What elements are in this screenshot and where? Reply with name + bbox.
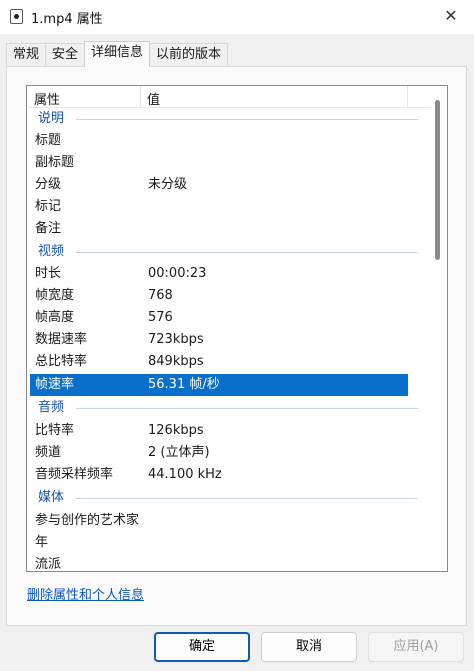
list-item[interactable]: 数据速率 723kbps bbox=[32, 329, 408, 351]
group-label: 媒体 bbox=[38, 490, 65, 505]
group-audio: 音频 bbox=[32, 398, 418, 418]
list-item[interactable]: 总比特率 849kbps bbox=[32, 351, 408, 373]
vertical-scrollbar[interactable] bbox=[433, 92, 441, 567]
property-value: 未分级 bbox=[148, 177, 188, 192]
column-divider[interactable] bbox=[140, 86, 141, 108]
remove-properties-link[interactable]: 删除属性和个人信息 bbox=[27, 584, 144, 603]
property-value: 2 (立体声) bbox=[148, 445, 210, 460]
group-label: 说明 bbox=[38, 111, 65, 126]
media-file-icon bbox=[10, 9, 23, 24]
tab-previous-versions[interactable]: 以前的版本 bbox=[149, 43, 229, 67]
tab-security[interactable]: 安全 bbox=[45, 43, 86, 67]
property-list[interactable]: 属性 值 说明 标题 副标题 分级 未分级 标记 备注 视频 时长 00:00:… bbox=[26, 85, 448, 572]
property-name: 比特率 bbox=[35, 423, 75, 438]
property-name: 参与创作的艺术家 bbox=[35, 513, 140, 528]
group-description: 说明 bbox=[32, 109, 418, 129]
list-item[interactable]: 流派 bbox=[32, 554, 408, 572]
tab-strip: 常规 安全 详细信息 以前的版本 bbox=[6, 41, 229, 67]
window-title: 1.mp4 属性 bbox=[31, 12, 103, 27]
group-label: 音频 bbox=[38, 400, 65, 415]
list-item[interactable]: 分级 未分级 bbox=[32, 174, 408, 196]
column-header-name[interactable]: 属性 bbox=[34, 89, 60, 108]
group-video: 视频 bbox=[32, 242, 418, 262]
cancel-button[interactable]: 取消 bbox=[261, 632, 357, 662]
close-icon[interactable]: ✕ bbox=[440, 5, 462, 27]
property-value: 723kbps bbox=[148, 332, 204, 347]
property-name: 帧高度 bbox=[35, 310, 75, 325]
list-item[interactable]: 帧宽度 768 bbox=[32, 285, 408, 307]
details-panel: 属性 值 说明 标题 副标题 分级 未分级 标记 备注 视频 时长 00:00:… bbox=[6, 66, 467, 626]
list-item[interactable]: 标记 bbox=[32, 196, 408, 218]
tab-details[interactable]: 详细信息 bbox=[84, 41, 151, 67]
group-divider bbox=[76, 498, 418, 499]
list-item[interactable]: 参与创作的艺术家 bbox=[32, 510, 408, 532]
group-divider bbox=[76, 408, 418, 409]
title-bar: 1.mp4 属性 ✕ bbox=[0, 0, 474, 34]
property-value: 56.31 帧/秒 bbox=[148, 377, 220, 392]
property-name: 数据速率 bbox=[35, 332, 88, 347]
group-divider bbox=[76, 252, 418, 253]
tab-general[interactable]: 常规 bbox=[6, 43, 47, 67]
group-label: 视频 bbox=[38, 244, 65, 259]
list-header: 属性 值 bbox=[27, 86, 431, 108]
property-value: 576 bbox=[148, 310, 173, 325]
property-name: 音频采样频率 bbox=[35, 467, 114, 482]
ok-button[interactable]: 确定 bbox=[154, 632, 250, 662]
column-header-value[interactable]: 值 bbox=[147, 89, 160, 108]
property-value: 126kbps bbox=[148, 423, 204, 438]
property-name: 时长 bbox=[35, 266, 62, 281]
property-name: 分级 bbox=[35, 177, 62, 192]
property-name: 标记 bbox=[35, 199, 62, 214]
list-item[interactable]: 比特率 126kbps bbox=[32, 420, 408, 442]
property-value: 849kbps bbox=[148, 354, 204, 369]
list-item[interactable]: 副标题 bbox=[32, 152, 408, 174]
property-name: 备注 bbox=[35, 221, 62, 236]
property-value: 44.100 kHz bbox=[148, 467, 222, 482]
list-item-selected[interactable]: 帧速率 56.31 帧/秒 bbox=[30, 374, 408, 396]
property-value: 00:00:23 bbox=[148, 266, 207, 281]
list-item[interactable]: 备注 bbox=[32, 218, 408, 240]
group-divider bbox=[76, 119, 418, 120]
property-name: 帧速率 bbox=[35, 377, 75, 392]
list-item[interactable]: 帧高度 576 bbox=[32, 307, 408, 329]
property-name: 频道 bbox=[35, 445, 62, 460]
list-item[interactable]: 音频采样频率 44.100 kHz bbox=[32, 464, 408, 486]
list-item[interactable]: 标题 bbox=[32, 130, 408, 152]
property-name: 帧宽度 bbox=[35, 288, 75, 303]
scrollbar-thumb[interactable] bbox=[435, 100, 440, 260]
group-media: 媒体 bbox=[32, 488, 418, 508]
list-item[interactable]: 年 bbox=[32, 532, 408, 554]
property-name: 标题 bbox=[35, 133, 62, 148]
list-item[interactable]: 时长 00:00:23 bbox=[32, 263, 408, 285]
property-name: 副标题 bbox=[35, 155, 75, 170]
property-value: 768 bbox=[148, 288, 173, 303]
list-item[interactable]: 频道 2 (立体声) bbox=[32, 442, 408, 464]
property-name: 流派 bbox=[35, 557, 62, 572]
property-name: 总比特率 bbox=[35, 354, 88, 369]
column-divider[interactable] bbox=[407, 86, 408, 108]
apply-button[interactable]: 应用(A) bbox=[368, 632, 464, 662]
property-name: 年 bbox=[35, 535, 49, 550]
